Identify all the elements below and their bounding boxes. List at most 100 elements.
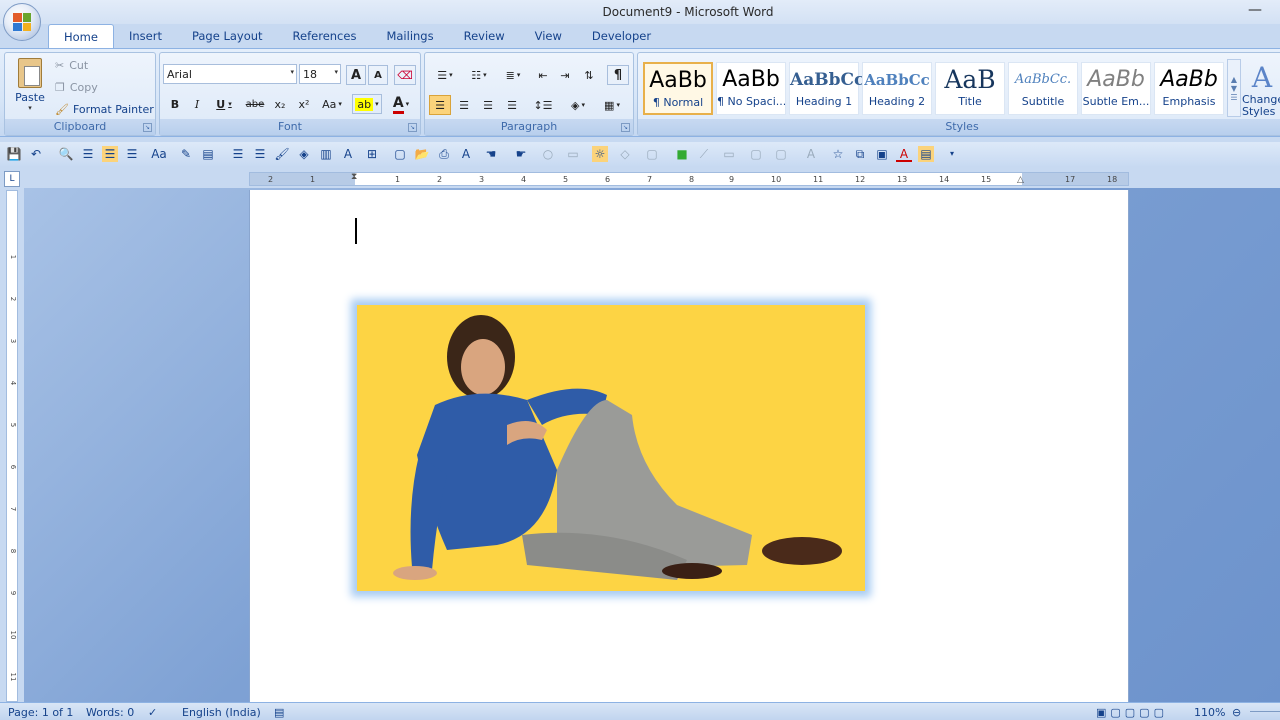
paragraph-launcher-icon[interactable]: ↘ (621, 123, 630, 132)
open-icon[interactable]: 📂 (414, 146, 430, 162)
justify-button[interactable]: ☰ (501, 95, 523, 115)
style-subtle-emphasis[interactable]: AaBb Subtle Em... (1081, 62, 1151, 115)
align-center-button[interactable]: ☰ (453, 95, 475, 115)
multilevel-list-button[interactable]: ≣ ▾ (497, 65, 529, 85)
horizontal-ruler[interactable]: 2 1 1 2 3 4 5 6 7 8 9 10 11 12 13 14 15 … (249, 172, 1129, 186)
numbering-button[interactable]: ☷ ▾ (463, 65, 495, 85)
shrink-font-button[interactable]: A (368, 65, 388, 85)
tab-insert[interactable]: Insert (114, 24, 177, 48)
sort-button[interactable]: ⇅ (579, 65, 599, 85)
style-emphasis[interactable]: AaBb Emphasis (1154, 62, 1224, 115)
tab-home[interactable]: Home (48, 24, 114, 48)
align-left-button[interactable]: ☰ (429, 95, 451, 115)
style-normal[interactable]: AaBb ¶ Normal (643, 62, 713, 115)
tab-developer[interactable]: Developer (577, 24, 666, 48)
center-icon[interactable]: ☰ (124, 146, 140, 162)
align-icon[interactable]: ☰ (80, 146, 96, 162)
clear-formatting-button[interactable]: ⌫ (394, 65, 416, 85)
inserted-picture[interactable] (357, 305, 865, 591)
style-heading-2[interactable]: AaBbCc Heading 2 (862, 62, 932, 115)
subscript-button[interactable]: x₂ (270, 94, 290, 114)
align-right-button[interactable]: ☰ (477, 95, 499, 115)
bold-button[interactable]: B (166, 94, 184, 114)
green-box-icon[interactable]: ■ (674, 146, 690, 162)
font-size-box[interactable]: 18 ▾ (299, 64, 341, 84)
zoom-level[interactable]: 110% (1194, 706, 1225, 719)
hand-icon[interactable]: ☚ (480, 146, 502, 162)
highlight-button[interactable]: ab ▾ (352, 94, 382, 114)
minimize-button[interactable]: — (1248, 2, 1262, 18)
right-indent-marker-icon[interactable]: △ (1017, 175, 1024, 185)
justify-quick-icon[interactable]: ☰ (230, 146, 246, 162)
font-case-icon[interactable]: Aa (148, 146, 170, 162)
font-color-quick-icon[interactable]: A (896, 146, 912, 162)
tab-references[interactable]: References (278, 24, 372, 48)
page-count[interactable]: Page: 1 of 1 (8, 706, 73, 719)
wordart-icon[interactable]: A (800, 146, 822, 162)
view-buttons[interactable]: ▣▢▢▢▢ (1096, 706, 1168, 719)
line-icon[interactable]: ▤ (200, 146, 216, 162)
proofing-icon[interactable]: ✓ (148, 706, 157, 719)
shadow-icon[interactable]: ▢ (748, 146, 764, 162)
undo-icon[interactable]: ↶ (28, 146, 44, 162)
clipboard-launcher-icon[interactable]: ↘ (143, 123, 152, 132)
style-title[interactable]: AaB Title (935, 62, 1005, 115)
italic-button[interactable]: I (188, 94, 206, 114)
indent-marker-icon[interactable]: ⧗ (351, 172, 357, 182)
sun-icon[interactable]: ☼ (592, 146, 608, 162)
vertical-ruler[interactable]: 1 2 3 4 5 6 7 8 9 10 11 (6, 190, 18, 702)
eraser-quick-icon[interactable]: ▭ (562, 146, 584, 162)
tab-page-layout[interactable]: Page Layout (177, 24, 278, 48)
print-icon[interactable]: ⎙ (436, 146, 452, 162)
right-quick-icon[interactable]: ☰ (252, 146, 268, 162)
shape-icon[interactable]: ◇ (614, 146, 636, 162)
line-spacing-button[interactable]: ↕☰ (529, 95, 557, 115)
table-icon[interactable]: ⊞ (362, 146, 382, 162)
office-button[interactable] (3, 3, 41, 41)
bullets-button[interactable]: ☰ ▾ (429, 65, 461, 85)
language[interactable]: English (India) (182, 706, 261, 719)
star-icon[interactable]: ☆ (830, 146, 846, 162)
paste-button[interactable]: Paste ▾ (9, 55, 51, 115)
customize-toolbar-icon[interactable]: ▾ (944, 146, 960, 162)
new-icon[interactable]: ▢ (392, 146, 408, 162)
word-count[interactable]: Words: 0 (86, 706, 134, 719)
brush-icon[interactable]: 🖌 (274, 146, 290, 162)
tab-mailings[interactable]: Mailings (371, 24, 448, 48)
clip-icon[interactable]: ⧉ (852, 146, 868, 162)
edit-icon[interactable]: ✎ (178, 146, 194, 162)
change-styles-button[interactable]: A Change Styles (1242, 57, 1280, 121)
tab-review[interactable]: Review (449, 24, 520, 48)
print-preview-icon[interactable]: 🔍 (58, 146, 74, 162)
styles-scroll[interactable]: ▲ ▼ ☰ (1227, 59, 1241, 117)
style-no-spacing[interactable]: AaBb ¶ No Spaci... (716, 62, 786, 115)
font-family-box[interactable]: Arial ▾ (163, 64, 297, 84)
circle-icon[interactable]: ○ (540, 146, 556, 162)
change-case-button[interactable]: Aa ▾ (318, 94, 346, 114)
style-heading-1[interactable]: AaBbCc Heading 1 (789, 62, 864, 115)
font-color-button[interactable]: A ▾ (386, 94, 416, 114)
diagonal-icon[interactable]: ⟋ (696, 146, 712, 162)
doc-icon[interactable]: ▥ (318, 146, 334, 162)
shading-button[interactable]: ◈ ▾ (563, 95, 593, 115)
shadow2-icon[interactable]: ▢ (770, 146, 792, 162)
superscript-button[interactable]: x² (294, 94, 314, 114)
align-left-quick-icon[interactable]: ☰ (102, 146, 118, 162)
frame-icon[interactable]: ▭ (718, 146, 740, 162)
spelling-icon[interactable]: A (458, 146, 474, 162)
box-icon[interactable]: ▢ (644, 146, 660, 162)
strikethrough-button[interactable]: abe (244, 94, 266, 114)
decrease-indent-button[interactable]: ⇤ (533, 65, 553, 85)
zoom-slider[interactable] (1250, 711, 1280, 712)
style-subtitle[interactable]: AaBbCc. Subtitle (1008, 62, 1078, 115)
macro-icon[interactable]: ▤ (274, 706, 284, 719)
zoom-out-icon[interactable]: ⊖ (1232, 706, 1241, 719)
picture-icon[interactable]: ▣ (874, 146, 890, 162)
highlight-quick-icon[interactable]: ▤ (918, 146, 934, 162)
show-marks-button[interactable]: ¶ (607, 65, 629, 85)
grow-font-button[interactable]: A (346, 65, 366, 85)
underline-button[interactable]: U ▾ (212, 94, 236, 114)
copy-button[interactable]: ❐ Copy (55, 79, 98, 95)
tab-selector-icon[interactable]: L (4, 171, 20, 187)
font-launcher-icon[interactable]: ↘ (408, 123, 417, 132)
